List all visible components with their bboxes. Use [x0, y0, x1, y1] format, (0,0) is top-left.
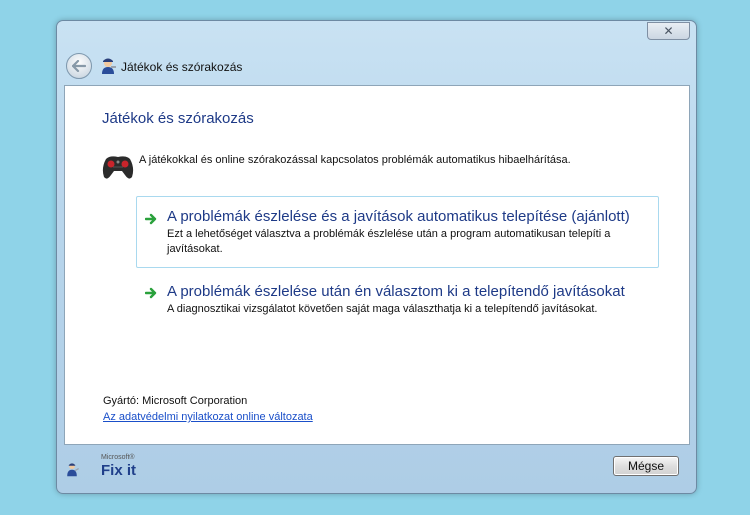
green-arrow-icon	[145, 287, 157, 299]
fixit-mechanic-icon	[102, 58, 116, 74]
privacy-statement-link[interactable]: Az adatvédelmi nyilatkozat online változ…	[103, 411, 313, 423]
option-manual-fix-description: A diagnosztikai vizsgálatot követően saj…	[167, 303, 598, 315]
fixit-brand-label: Fix it	[101, 462, 137, 479]
cancel-button[interactable]: Mégse	[613, 456, 679, 476]
fixit-logo	[67, 463, 79, 477]
option-auto-fix-title: A problémák észlelése és a javítások aut…	[167, 208, 630, 225]
content-panel: Játékok és szórakozás A játékokkal és on…	[64, 85, 690, 445]
option-manual-fix[interactable]: A problémák észlelése után én választom …	[136, 273, 659, 321]
fixit-dialog-window: ✕ Játékok és szórakozás Játékok és szóra…	[56, 20, 697, 494]
back-button[interactable]	[66, 53, 92, 79]
microsoft-brand-label: Microsoft®	[101, 454, 135, 461]
gamepad-icon	[102, 156, 134, 179]
window-title: Játékok és szórakozás	[121, 60, 243, 74]
troubleshooter-description: A játékokkal és online szórakozással kap…	[139, 154, 571, 166]
manufacturer-label: Gyártó: Microsoft Corporation	[103, 395, 248, 407]
back-arrow-icon	[72, 60, 86, 72]
option-auto-fix[interactable]: A problémák észlelése és a javítások aut…	[136, 196, 659, 268]
page-title: Játékok és szórakozás	[102, 110, 254, 127]
green-arrow-icon	[145, 213, 157, 225]
option-manual-fix-title: A problémák észlelése után én választom …	[167, 283, 625, 300]
option-auto-fix-description: Ezt a lehetőséget választva a problémák …	[167, 228, 611, 255]
close-icon: ✕	[663, 24, 674, 38]
close-button[interactable]: ✕	[647, 22, 690, 40]
